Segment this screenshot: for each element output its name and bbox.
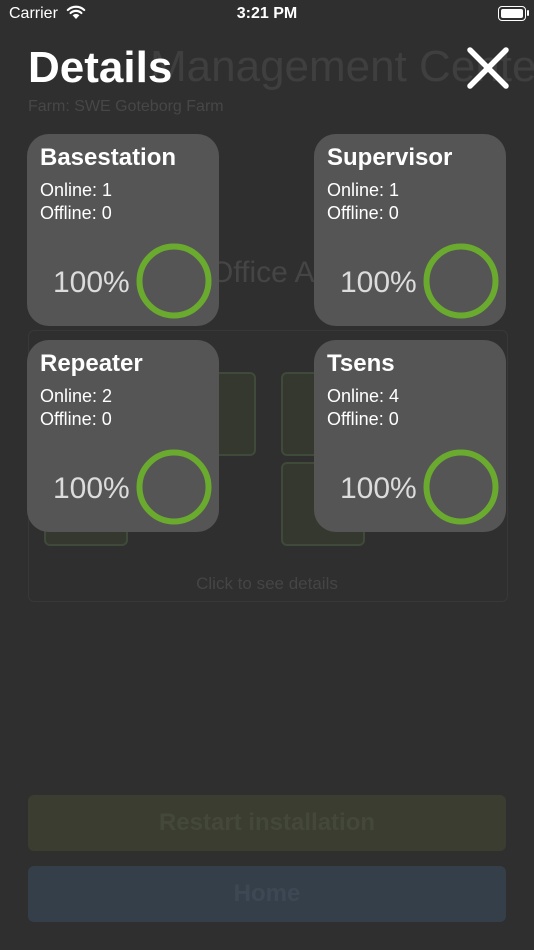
progress-ring <box>423 449 499 525</box>
card-tsens[interactable]: Tsens Online: 4 Offline: 0 100% <box>314 340 506 532</box>
percent-label: 100% <box>53 266 130 299</box>
close-button[interactable] <box>464 44 512 92</box>
card-title: Basestation <box>40 144 177 171</box>
card-title: Supervisor <box>327 144 453 171</box>
online-count: Online: 2 <box>40 386 113 406</box>
page-title: Details <box>28 43 173 92</box>
progress-ring <box>423 243 499 319</box>
online-count: Online: 1 <box>327 180 400 200</box>
online-count: Online: 1 <box>40 180 113 200</box>
progress-ring <box>136 449 212 525</box>
background-farm-label: Farm: SWE Goteborg Farm <box>28 98 224 115</box>
card-repeater[interactable]: Repeater Online: 2 Offline: 0 100% <box>27 340 219 532</box>
offline-count: Offline: 0 <box>327 409 399 429</box>
percent-label: 100% <box>340 472 417 505</box>
background-home-button: Home <box>28 866 506 922</box>
percent-label: 100% <box>340 266 417 299</box>
offline-count: Offline: 0 <box>327 203 399 223</box>
offline-count: Offline: 0 <box>40 409 112 429</box>
card-title: Tsens <box>327 350 395 377</box>
progress-ring <box>136 243 212 319</box>
card-title: Repeater <box>40 350 143 377</box>
background-click-hint: Click to see details <box>196 574 338 593</box>
card-basestation[interactable]: Basestation Online: 1 Offline: 0 100% <box>27 134 219 326</box>
battery-icon <box>498 6 529 21</box>
status-bar: Carrier 3:21 PM <box>0 0 534 30</box>
offline-count: Offline: 0 <box>40 203 112 223</box>
status-time: 3:21 PM <box>236 5 298 22</box>
online-count: Online: 4 <box>327 386 400 406</box>
close-icon <box>467 47 509 89</box>
card-supervisor[interactable]: Supervisor Online: 1 Offline: 0 100% <box>314 134 506 326</box>
background-restart-button: Restart installation <box>28 795 506 851</box>
percent-label: 100% <box>53 472 130 505</box>
